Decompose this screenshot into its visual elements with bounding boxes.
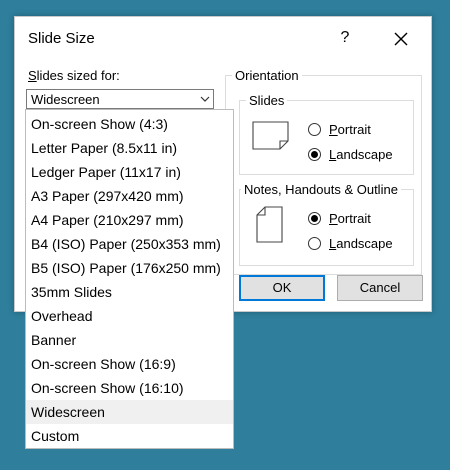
orientation-group: Orientation Slides Portrait Landscape No…: [225, 68, 422, 275]
dropdown-item[interactable]: Ledger Paper (11x17 in): [26, 160, 233, 184]
notes-landscape-text: andscape: [336, 236, 393, 251]
close-icon: [394, 32, 408, 46]
slide-size-select[interactable]: Widescreen: [26, 89, 214, 109]
notes-landscape-radio[interactable]: [308, 237, 321, 250]
notes-portrait-mnemonic: P: [329, 211, 338, 226]
chevron-down-icon: [200, 96, 210, 102]
dropdown-item-selected[interactable]: Widescreen: [26, 400, 233, 424]
dropdown-item[interactable]: On-screen Show (4:3): [26, 112, 233, 136]
help-button[interactable]: ?: [335, 27, 355, 49]
slide-size-dropdown-list: On-screen Show (4:3) Letter Paper (8.5x1…: [25, 109, 234, 449]
ok-button[interactable]: OK: [239, 275, 325, 301]
slides-portrait-radio[interactable]: [308, 123, 321, 136]
dropdown-item[interactable]: Custom: [26, 424, 233, 448]
slides-sized-for-label: Slides sized for:: [28, 68, 120, 83]
dropdown-item[interactable]: A3 Paper (297x420 mm): [26, 184, 233, 208]
dropdown-item[interactable]: Banner: [26, 328, 233, 352]
sized-for-mnemonic: S: [28, 68, 37, 83]
slide-size-select-value: Widescreen: [31, 92, 100, 107]
notes-portrait-radio[interactable]: [308, 212, 321, 225]
slides-portrait-label[interactable]: Portrait: [329, 122, 371, 137]
dropdown-item[interactable]: 35mm Slides: [26, 280, 233, 304]
dropdown-item[interactable]: B5 (ISO) Paper (176x250 mm): [26, 256, 233, 280]
notes-landscape-label[interactable]: Landscape: [329, 236, 393, 251]
cancel-button[interactable]: Cancel: [337, 275, 423, 301]
slides-orientation-group: Slides Portrait Landscape: [239, 93, 414, 175]
dropdown-item[interactable]: B4 (ISO) Paper (250x353 mm): [26, 232, 233, 256]
dropdown-item[interactable]: On-screen Show (16:10): [26, 376, 233, 400]
close-button[interactable]: [389, 27, 413, 51]
dropdown-item[interactable]: On-screen Show (16:9): [26, 352, 233, 376]
slides-portrait-mnemonic: P: [329, 122, 338, 137]
notes-portrait-text: ortrait: [337, 211, 371, 226]
sized-for-text: lides sized for:: [36, 68, 120, 83]
dropdown-item[interactable]: Letter Paper (8.5x11 in): [26, 136, 233, 160]
dialog-title: Slide Size: [28, 30, 95, 47]
portrait-page-icon: [256, 206, 283, 243]
slides-portrait-text: ortrait: [337, 122, 371, 137]
dropdown-item[interactable]: Overhead: [26, 304, 233, 328]
dropdown-item[interactable]: A4 Paper (210x297 mm): [26, 208, 233, 232]
slides-landscape-text: andscape: [336, 147, 393, 162]
orientation-legend: Orientation: [232, 68, 302, 83]
slides-landscape-radio[interactable]: [308, 148, 321, 161]
slides-landscape-label[interactable]: Landscape: [329, 147, 393, 162]
notes-portrait-label[interactable]: Portrait: [329, 211, 371, 226]
landscape-page-icon: [252, 121, 289, 150]
slides-legend: Slides: [246, 93, 288, 108]
notes-orientation-group: Notes, Handouts & Outline Portrait Lands…: [239, 182, 414, 266]
notes-legend: Notes, Handouts & Outline: [241, 182, 401, 197]
